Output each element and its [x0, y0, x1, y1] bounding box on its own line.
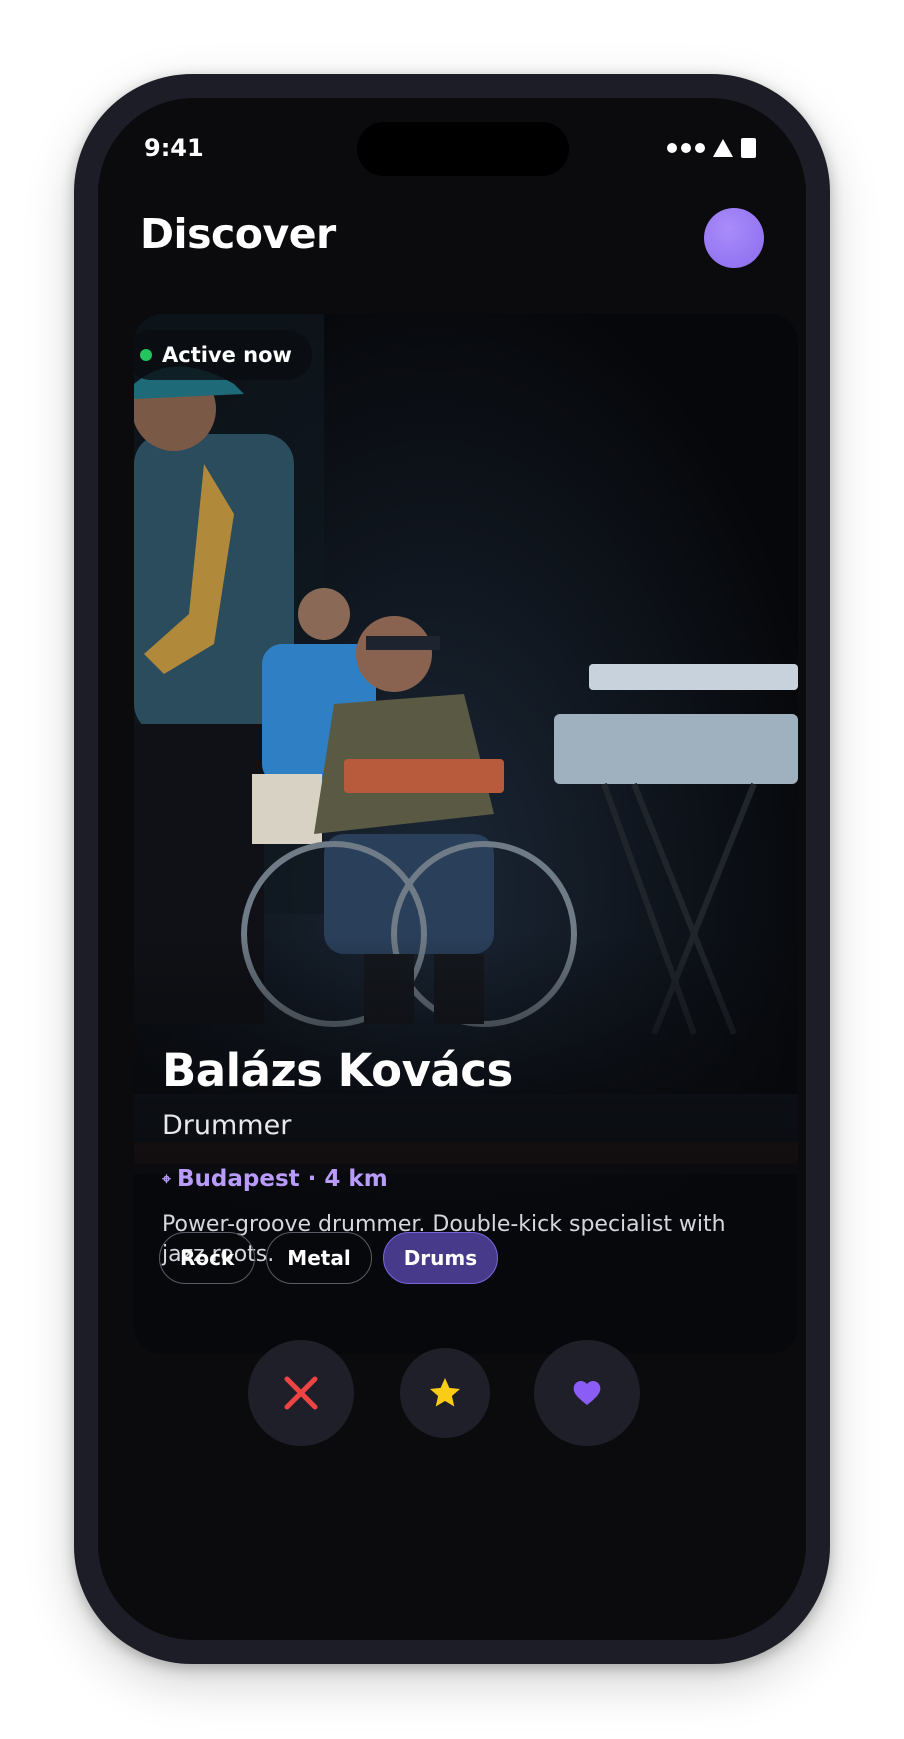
battery-icon: [741, 138, 756, 158]
active-status-badge: Active now: [126, 330, 312, 380]
pass-button[interactable]: [248, 1340, 354, 1446]
tag-drums[interactable]: Drums: [382, 1232, 499, 1284]
heart-icon: [573, 1381, 601, 1405]
status-icons: [667, 138, 756, 158]
online-dot: [140, 349, 152, 361]
like-button[interactable]: [534, 1340, 640, 1446]
avatar[interactable]: [704, 208, 764, 268]
close-icon: [284, 1376, 318, 1410]
profile-name: Balázs Kovács: [162, 1044, 513, 1097]
tag-list: Rock Metal Drums: [159, 1232, 499, 1284]
location-text: Budapest · 4 km: [177, 1166, 388, 1192]
page-title: Discover: [140, 210, 336, 258]
status-time: 9:41: [144, 134, 204, 162]
active-status-label: Active now: [162, 343, 292, 367]
app-screen: 9:41 Discover Active now Balázs Kovács D…: [98, 98, 806, 1640]
tag-metal[interactable]: Metal: [266, 1232, 372, 1284]
super-like-button[interactable]: [400, 1348, 490, 1438]
card-gradient: [134, 934, 798, 1354]
profile-card[interactable]: [134, 314, 798, 1354]
tag-rock[interactable]: Rock: [159, 1232, 256, 1284]
cellular-icon: [667, 143, 705, 153]
phone-frame: 9:41 Discover Active now Balázs Kovács D…: [74, 74, 830, 1664]
star-icon: [430, 1378, 460, 1407]
wifi-icon: [713, 139, 733, 157]
profile-role: Drummer: [162, 1110, 292, 1141]
profile-location: ⌖ Budapest · 4 km: [162, 1166, 388, 1192]
location-pin-icon: ⌖: [162, 1169, 172, 1188]
dynamic-island: [357, 122, 569, 176]
